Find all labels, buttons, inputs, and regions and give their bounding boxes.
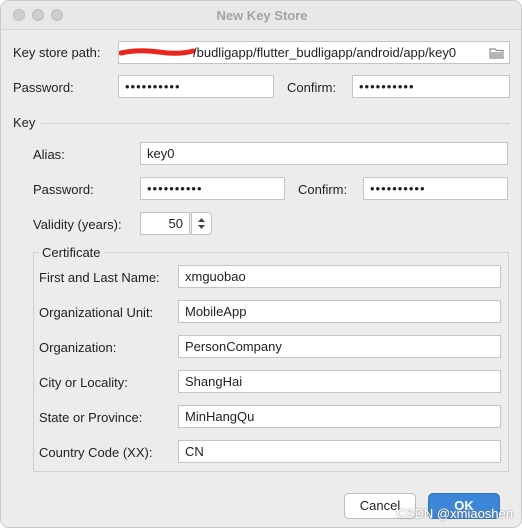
keystore-path-label: Key store path: [13, 45, 101, 60]
key-confirm-label: Confirm: [298, 182, 348, 197]
keystore-path-field[interactable]: /budligapp/flutter_budligapp/android/app… [118, 41, 510, 64]
state-province-label: State or Province: [39, 410, 143, 425]
window-title: New Key Store [216, 8, 308, 23]
first-last-name-label: First and Last Name: [39, 270, 160, 285]
organization-field[interactable]: PersonCompany [178, 335, 501, 358]
keystore-confirm-label: Confirm: [287, 80, 337, 95]
redaction-mark [119, 48, 195, 56]
keystore-path-value: /budligapp/flutter_budligapp/android/app… [193, 45, 457, 60]
key-password-field[interactable]: •••••••••• [140, 177, 285, 200]
organization-label: Organization: [39, 340, 117, 355]
folder-icon[interactable] [489, 45, 505, 63]
city-locality-field[interactable]: ShangHai [178, 370, 501, 393]
city-locality-label: City or Locality: [39, 375, 128, 390]
organizational-unit-field[interactable]: MobileApp [178, 300, 501, 323]
keystore-password-label: Password: [13, 80, 74, 95]
state-province-field[interactable]: MinHangQu [178, 405, 501, 428]
keystore-confirm-field[interactable]: •••••••••• [352, 75, 510, 98]
alias-label: Alias: [33, 147, 65, 162]
validity-label: Validity (years): [33, 217, 122, 232]
stepper-arrows-icon[interactable] [191, 212, 212, 235]
new-key-store-dialog: New Key Store Key store path: /budligapp… [0, 0, 522, 528]
country-code-field[interactable]: CN [178, 440, 501, 463]
title-bar: New Key Store [1, 1, 521, 30]
key-password-label: Password: [33, 182, 94, 197]
watermark-text: CSDN @xmiaoshen [396, 506, 513, 521]
certificate-section-label: Certificate [39, 245, 104, 260]
validity-field[interactable]: 50 [140, 212, 190, 235]
key-section-divider [41, 123, 510, 124]
alias-field[interactable]: key0 [140, 142, 508, 165]
keystore-password-field[interactable]: •••••••••• [118, 75, 274, 98]
organizational-unit-label: Organizational Unit: [39, 305, 154, 320]
country-code-label: Country Code (XX): [39, 445, 153, 460]
key-confirm-field[interactable]: •••••••••• [363, 177, 508, 200]
key-section-label: Key [13, 115, 36, 130]
first-last-name-field[interactable]: xmguobao [178, 265, 501, 288]
